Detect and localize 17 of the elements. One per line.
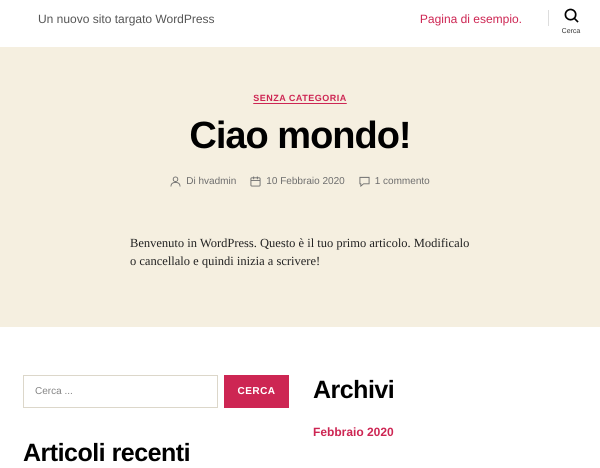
widget-heading: Archivi bbox=[313, 378, 394, 403]
person-icon bbox=[170, 176, 182, 187]
calendar-icon bbox=[250, 176, 262, 187]
comments-link[interactable]: 1 commento bbox=[374, 174, 430, 189]
search-button[interactable]: CERCA bbox=[224, 375, 289, 408]
nav-link[interactable]: Pagina di esempio. bbox=[420, 10, 522, 28]
post-body: Benvenuto in WordPress. Questo è il tuo primo articolo. Modificalo o cancellalo e quindi inizia a scrivere! bbox=[130, 235, 470, 270]
category-link[interactable]: SENZA CATEGORIA bbox=[253, 94, 347, 103]
site-title[interactable]: Un nuovo sito targato WordPress bbox=[38, 10, 215, 28]
comment-icon bbox=[358, 176, 370, 187]
search-icon bbox=[564, 8, 578, 23]
author-link[interactable]: Di hvadmin bbox=[186, 174, 236, 189]
post-title: Ciao mondo! bbox=[189, 117, 411, 155]
date-link[interactable]: 10 Febbraio 2020 bbox=[266, 174, 345, 189]
search-field[interactable]: Cerca ... bbox=[23, 375, 218, 408]
widget-heading: Articoli recenti bbox=[23, 441, 192, 466]
archive-link[interactable]: Febbraio 2020 bbox=[313, 423, 394, 441]
